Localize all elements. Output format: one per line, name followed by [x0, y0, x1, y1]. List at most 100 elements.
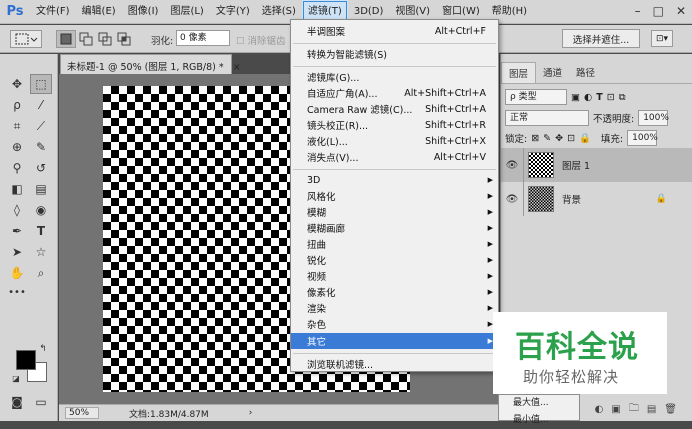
select-and-mask-button[interactable]: 选择并遮住... — [562, 29, 640, 48]
quick-mask-icon[interactable]: ◙ — [6, 392, 28, 412]
document-tab[interactable]: 未标题-1 @ 50% (图层 1, RGB/8) * × — [60, 54, 241, 74]
foreground-color-swatch[interactable] — [16, 350, 36, 370]
intersect-selection-icon[interactable] — [117, 32, 131, 49]
filter-smart-icon[interactable]: ⧉ — [619, 92, 626, 103]
swap-colors-icon[interactable]: ↰ — [36, 342, 50, 356]
submenu-item-maximum[interactable]: 最大值... — [499, 395, 579, 412]
menu-item-liquify[interactable]: 液化(L)... Shift+Ctrl+X — [291, 133, 498, 149]
new-group-icon[interactable]: 🗀 — [629, 401, 639, 418]
lock-image-icon[interactable]: ✎ — [543, 133, 551, 144]
menu-item-vanishing-point[interactable]: 消失点(V)... Alt+Ctrl+V — [291, 149, 498, 165]
menu-item-label: 镜头校正(R)... — [307, 121, 369, 132]
hand-tool-icon[interactable]: ✋ — [6, 263, 28, 283]
menu-item-convert-smart-filter[interactable]: 转换为智能滤镜(S) — [291, 46, 498, 62]
menu-type[interactable]: 文字(Y) — [210, 0, 256, 24]
new-selection-icon[interactable] — [56, 30, 76, 48]
menu-file[interactable]: 文件(F) — [30, 0, 76, 24]
filter-type-icon[interactable]: T — [596, 92, 602, 103]
layer-kind-dropdown[interactable]: ρ 类型 — [505, 89, 567, 105]
menu-item-shortcut: Alt+Ctrl+V — [433, 151, 486, 163]
crop-tool-icon[interactable]: ⌗ — [6, 116, 28, 136]
lock-position-icon[interactable]: ✥ — [555, 133, 563, 144]
history-brush-tool-icon[interactable]: ↺ — [30, 158, 52, 178]
new-layer-icon[interactable]: ▤ — [647, 404, 656, 415]
marquee-tool-icon[interactable]: ⬚ — [30, 74, 52, 94]
menu-item-browse-online-filters[interactable]: 浏览联机滤镜... — [291, 356, 498, 372]
delete-layer-icon[interactable]: 🗑 — [664, 404, 677, 415]
shape-tool-icon[interactable]: ☆ — [30, 242, 52, 262]
feather-input[interactable]: 0 像素 — [176, 30, 230, 46]
menu-item-label: 锐化 — [307, 256, 327, 267]
layer-row-layer1[interactable]: 👁 图层 1 — [501, 148, 692, 182]
menu-layer[interactable]: 图层(L) — [164, 0, 209, 24]
tab-layers[interactable]: 图层 — [501, 62, 537, 83]
menu-item-distort[interactable]: 扭曲 ▶ — [291, 236, 498, 252]
lasso-tool-icon[interactable]: ρ — [6, 95, 28, 115]
filter-shape-icon[interactable]: ⊡ — [607, 92, 615, 103]
visibility-eye-icon[interactable]: 👁 — [501, 160, 523, 171]
minimize-button[interactable]: – — [635, 4, 641, 18]
gradient-tool-icon[interactable]: ▤ — [30, 179, 52, 199]
brush-tool-icon[interactable]: ✎ — [30, 137, 52, 157]
pen-tool-icon[interactable]: ✒ — [6, 221, 28, 241]
opacity-label: 不透明度: — [593, 114, 635, 125]
filter-pixel-icon[interactable]: ▣ — [571, 92, 580, 103]
menu-item-pixelate[interactable]: 像素化 ▶ — [291, 284, 498, 300]
antialias-checkbox[interactable]: ☐ 消除锯齿 — [236, 33, 286, 47]
default-colors-icon[interactable]: ◪ — [10, 372, 22, 384]
menu-item-other[interactable]: 其它 ▶ — [291, 333, 498, 349]
menu-item-3d[interactable]: 3D ▶ — [291, 172, 498, 188]
path-selection-tool-icon[interactable]: ➤ — [6, 242, 28, 262]
layer-row-background[interactable]: 👁 背景 🔒 — [501, 182, 692, 216]
visibility-eye-icon[interactable]: 👁 — [501, 194, 523, 205]
opacity-input[interactable]: 100% — [638, 110, 669, 126]
move-tool-icon[interactable]: ✥ — [6, 74, 28, 94]
add-selection-icon[interactable] — [79, 32, 93, 49]
blend-mode-dropdown[interactable]: 正常 — [505, 110, 589, 126]
lock-artboard-icon[interactable]: ⊡ — [567, 133, 575, 144]
eyedropper-tool-icon[interactable]: ⟋ — [30, 116, 52, 136]
zoom-tool-icon[interactable]: ⌕ — [30, 263, 52, 283]
menu-item-noise[interactable]: 杂色 ▶ — [291, 316, 498, 332]
clone-stamp-tool-icon[interactable]: ⚲ — [6, 158, 28, 178]
dodge-tool-icon[interactable]: ◉ — [30, 200, 52, 220]
close-button[interactable]: ✕ — [676, 4, 686, 18]
menu-edit[interactable]: 编辑(E) — [76, 0, 122, 24]
screen-mode-icon[interactable]: ▭ — [30, 392, 52, 412]
more-tools-icon[interactable]: ••• — [6, 282, 28, 302]
menu-item-halftone[interactable]: 半调图案 Alt+Ctrl+F — [291, 23, 498, 39]
menu-item-render[interactable]: 渲染 ▶ — [291, 300, 498, 316]
tab-channels[interactable]: 通道 — [536, 62, 569, 83]
menu-item-blur[interactable]: 模糊 ▶ — [291, 204, 498, 220]
add-mask-icon[interactable]: ▣ — [611, 404, 620, 415]
menu-item-sharpen[interactable]: 锐化 ▶ — [291, 252, 498, 268]
menu-item-filter-gallery[interactable]: 滤镜库(G)... — [291, 69, 498, 85]
status-menu-arrow[interactable]: › — [249, 408, 253, 418]
marquee-preset-icon[interactable] — [10, 30, 42, 48]
type-tool-icon[interactable]: T — [30, 221, 52, 241]
lock-all-icon[interactable]: 🔒 — [579, 133, 591, 144]
subtract-selection-icon[interactable] — [98, 32, 112, 49]
eraser-tool-icon[interactable]: ◧ — [6, 179, 28, 199]
magic-wand-tool-icon[interactable]: ⁄ — [30, 95, 52, 115]
menu-item-blur-gallery[interactable]: 模糊画廊 ▶ — [291, 220, 498, 236]
menu-item-lens-correction[interactable]: 镜头校正(R)... Shift+Ctrl+R — [291, 117, 498, 133]
document-info: 文档:1.83M/4.87M — [129, 409, 209, 420]
maximize-button[interactable]: □ — [653, 4, 664, 18]
fill-input[interactable]: 100% — [627, 130, 658, 146]
menu-item-stylize[interactable]: 风格化 ▶ — [291, 188, 498, 204]
blur-tool-icon[interactable]: ◊ — [6, 200, 28, 220]
healing-brush-tool-icon[interactable]: ⊕ — [6, 137, 28, 157]
adjustment-layer-icon[interactable]: ◐ — [595, 404, 604, 415]
workspace-icon[interactable]: ⊡▾ — [651, 30, 673, 47]
menu-image[interactable]: 图像(I) — [122, 0, 165, 24]
tab-paths[interactable]: 路径 — [569, 62, 602, 83]
menu-item-video[interactable]: 视频 ▶ — [291, 268, 498, 284]
close-tab-icon[interactable]: × — [233, 62, 241, 73]
menu-item-adaptive-wide-angle[interactable]: 自适应广角(A)... Alt+Shift+Ctrl+A — [291, 85, 498, 101]
menu-item-camera-raw[interactable]: Camera Raw 滤镜(C)... Shift+Ctrl+A — [291, 101, 498, 117]
filter-adjust-icon[interactable]: ◐ — [584, 92, 592, 103]
watermark-title: 百科全说 — [515, 330, 639, 365]
lock-transparent-icon[interactable]: ⊠ — [531, 133, 539, 144]
zoom-level[interactable]: 50% — [65, 407, 99, 419]
